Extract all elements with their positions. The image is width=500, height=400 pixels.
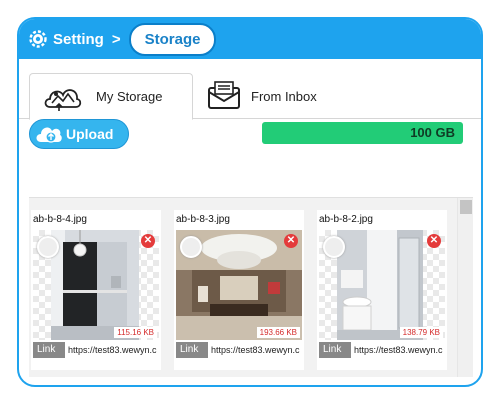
cloud-image-icon: [42, 81, 82, 113]
breadcrumb: Setting > Storage: [19, 19, 481, 59]
file-link-row: Link https://test83.wewyn.c: [176, 342, 304, 358]
file-size: 138.79 KB: [399, 327, 443, 338]
upload-button-label: Upload: [66, 126, 114, 142]
file-thumbnail[interactable]: ✕ 193.66 KB: [176, 230, 302, 340]
file-name: ab-b-8-2.jpg: [319, 214, 373, 225]
scrollbar-thumb[interactable]: [460, 200, 472, 214]
file-size: 193.66 KB: [256, 327, 300, 338]
breadcrumb-setting-link[interactable]: Setting: [53, 31, 104, 48]
file-name: ab-b-8-4.jpg: [33, 214, 87, 225]
file-link-row: Link https://test83.wewyn.c: [33, 342, 161, 358]
tab-from-inbox[interactable]: From Inbox: [207, 73, 317, 119]
file-card[interactable]: ab-b-8-4.jpg ✕ 115.16 KB Link https://te…: [31, 210, 161, 370]
file-link-row: Link https://test83.wewyn.c: [319, 342, 447, 358]
link-label: Link: [319, 342, 351, 358]
storage-window: Setting > Storage My Storage From Inbox …: [17, 17, 483, 387]
file-name: ab-b-8-3.jpg: [176, 214, 230, 225]
gear-icon: [29, 30, 47, 48]
link-label: Link: [176, 342, 208, 358]
delete-icon[interactable]: ✕: [427, 234, 441, 248]
upload-button[interactable]: Upload: [29, 119, 129, 149]
select-checkbox[interactable]: [37, 236, 59, 258]
select-checkbox[interactable]: [323, 236, 345, 258]
link-label: Link: [33, 342, 65, 358]
file-card[interactable]: ab-b-8-2.jpg ✕ 138.79 KB Link https://te…: [317, 210, 447, 370]
file-size: 115.16 KB: [114, 327, 157, 338]
file-gallery: ab-b-8-4.jpg ✕ 115.16 KB Link https://te…: [29, 197, 473, 377]
tab-my-storage[interactable]: My Storage: [29, 73, 193, 120]
tab-from-inbox-label: From Inbox: [251, 88, 317, 104]
delete-icon[interactable]: ✕: [141, 234, 155, 248]
vertical-scrollbar[interactable]: [457, 198, 473, 377]
file-url[interactable]: https://test83.wewyn.c: [65, 342, 157, 358]
file-thumbnail[interactable]: ✕ 138.79 KB: [319, 230, 445, 340]
file-card[interactable]: ab-b-8-3.jpg ✕ 193.66 KB Link https://te…: [174, 210, 304, 370]
tab-my-storage-label: My Storage: [96, 89, 163, 104]
tab-bar: My Storage From Inbox: [19, 59, 481, 120]
cloud-upload-icon: [34, 123, 62, 145]
file-thumbnail[interactable]: ✕ 115.16 KB: [33, 230, 159, 340]
file-url[interactable]: https://test83.wewyn.c: [208, 342, 300, 358]
breadcrumb-separator: >: [111, 30, 121, 48]
file-url[interactable]: https://test83.wewyn.c: [351, 342, 443, 358]
envelope-icon: [207, 80, 241, 112]
select-checkbox[interactable]: [180, 236, 202, 258]
storage-capacity-label: 100 GB: [410, 125, 455, 140]
delete-icon[interactable]: ✕: [284, 234, 298, 248]
breadcrumb-current-page: Storage: [128, 22, 217, 56]
storage-usage-bar: 100 GB: [262, 122, 463, 144]
